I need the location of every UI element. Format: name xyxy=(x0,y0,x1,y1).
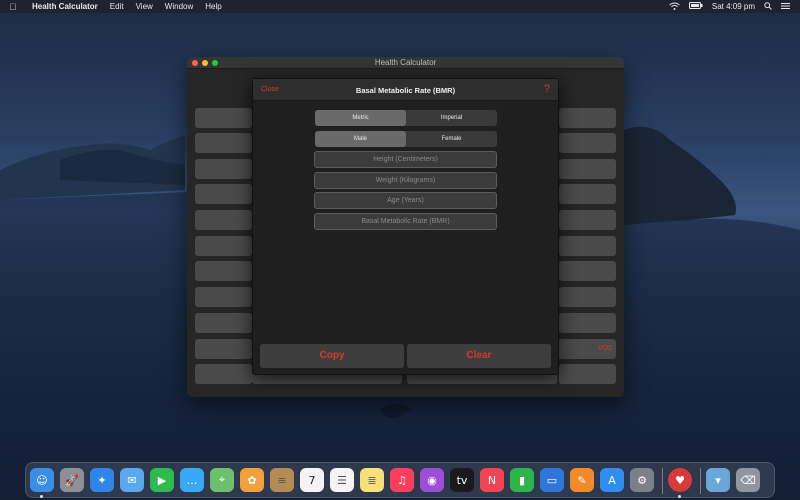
launchpad-icon[interactable]: 🚀 xyxy=(60,468,84,492)
maps-icon[interactable]: ⌖ xyxy=(210,468,234,492)
background-calc-button[interactable] xyxy=(195,236,252,256)
background-calc-button[interactable] xyxy=(195,210,252,230)
menu-view[interactable]: View xyxy=(130,2,159,11)
numbers-icon[interactable]: ▮ xyxy=(510,468,534,492)
units-segmented-control: Metric Imperial xyxy=(315,110,497,126)
window-title: Health Calculator xyxy=(374,58,437,67)
clear-button[interactable]: Clear xyxy=(407,344,551,368)
apple-menu-icon[interactable]:  xyxy=(0,2,26,12)
menu-edit[interactable]: Edit xyxy=(104,2,130,11)
battery-icon[interactable] xyxy=(688,2,703,11)
trash-icon[interactable]: ⌫ xyxy=(736,468,760,492)
background-calc-button[interactable] xyxy=(559,108,616,128)
menu-help[interactable]: Help xyxy=(199,2,227,11)
reminders-icon[interactable]: ☰ xyxy=(330,468,354,492)
menu-window[interactable]: Window xyxy=(159,2,199,11)
background-calc-button[interactable] xyxy=(195,313,252,333)
menu-clock[interactable]: Sat 4:09 pm xyxy=(712,2,755,11)
dock-separator xyxy=(662,468,663,494)
dock-separator xyxy=(700,468,701,494)
control-center-icon[interactable] xyxy=(781,2,790,12)
background-calc-button[interactable] xyxy=(195,133,252,153)
search-icon[interactable] xyxy=(764,1,772,12)
mail-icon[interactable]: ✉ xyxy=(120,468,144,492)
sheet-header: Close Basal Metabolic Rate (BMR) ? xyxy=(253,79,558,101)
background-calc-button[interactable] xyxy=(559,210,616,230)
bmr-sheet: Close Basal Metabolic Rate (BMR) ? Metri… xyxy=(252,78,559,375)
notes-icon[interactable]: ≣ xyxy=(360,468,384,492)
background-calc-button[interactable] xyxy=(559,287,616,307)
wifi-icon[interactable] xyxy=(669,2,680,12)
background-calc-button[interactable] xyxy=(195,339,252,359)
music-icon[interactable]: ♫ xyxy=(390,468,414,492)
background-calc-button[interactable] xyxy=(559,313,616,333)
contacts-icon[interactable]: ≡ xyxy=(270,468,294,492)
height-field[interactable]: Height (Centimeters) xyxy=(314,151,497,168)
segment-female[interactable]: Female xyxy=(406,131,497,147)
keynote-icon[interactable]: ▭ xyxy=(540,468,564,492)
app-store-icon[interactable]: A xyxy=(600,468,624,492)
menu-app-name[interactable]: Health Calculator xyxy=(26,2,104,11)
calendar-icon[interactable]: 7 xyxy=(300,468,324,492)
background-calc-button[interactable] xyxy=(195,159,252,179)
background-calc-button[interactable] xyxy=(559,133,616,153)
downloads-folder-icon[interactable]: ▾ xyxy=(706,468,730,492)
copy-button[interactable]: Copy xyxy=(260,344,404,368)
running-indicator xyxy=(40,495,43,498)
running-indicator xyxy=(678,495,681,498)
tv-icon[interactable]: tv xyxy=(450,468,474,492)
sheet-title: Basal Metabolic Rate (BMR) xyxy=(355,86,456,95)
segment-metric[interactable]: Metric xyxy=(315,110,406,126)
background-calc-button[interactable] xyxy=(195,261,252,281)
facetime-icon[interactable]: ▶ xyxy=(150,468,174,492)
background-calc-button[interactable] xyxy=(559,236,616,256)
background-calc-button[interactable] xyxy=(559,184,616,204)
news-icon[interactable]: N xyxy=(480,468,504,492)
background-calc-button[interactable]: VO2 xyxy=(552,339,616,359)
age-field[interactable]: Age (Years) xyxy=(314,192,497,209)
background-calc-button[interactable] xyxy=(559,364,616,384)
system-preferences-icon[interactable]: ⚙ xyxy=(630,468,654,492)
segment-male[interactable]: Male xyxy=(315,131,406,147)
safari-icon[interactable]: ✦ xyxy=(90,468,114,492)
photos-icon[interactable]: ✿ xyxy=(240,468,264,492)
window-titlebar[interactable]: Health Calculator xyxy=(187,57,624,69)
weight-field[interactable]: Weight (Kilograms) xyxy=(314,172,497,189)
help-button[interactable]: ? xyxy=(544,83,550,95)
health-calculator-icon[interactable]: ♥ xyxy=(668,468,692,492)
background-calc-button[interactable] xyxy=(195,287,252,307)
background-calc-button[interactable] xyxy=(559,261,616,281)
bmr-result-field[interactable]: Basal Metabolic Rate (BMR) xyxy=(314,213,497,230)
podcasts-icon[interactable]: ◉ xyxy=(420,468,444,492)
finder-icon[interactable]: ☺ xyxy=(30,468,54,492)
background-calc-button[interactable] xyxy=(559,159,616,179)
menu-bar:  Health Calculator Edit View Window Hel… xyxy=(0,0,800,13)
pages-icon[interactable]: ✎ xyxy=(570,468,594,492)
background-calc-button[interactable] xyxy=(195,184,252,204)
background-calc-button[interactable] xyxy=(195,364,252,384)
messages-icon[interactable]: … xyxy=(180,468,204,492)
background-calc-button[interactable] xyxy=(195,108,252,128)
gender-segmented-control: Male Female xyxy=(315,131,497,147)
segment-imperial[interactable]: Imperial xyxy=(406,110,497,126)
